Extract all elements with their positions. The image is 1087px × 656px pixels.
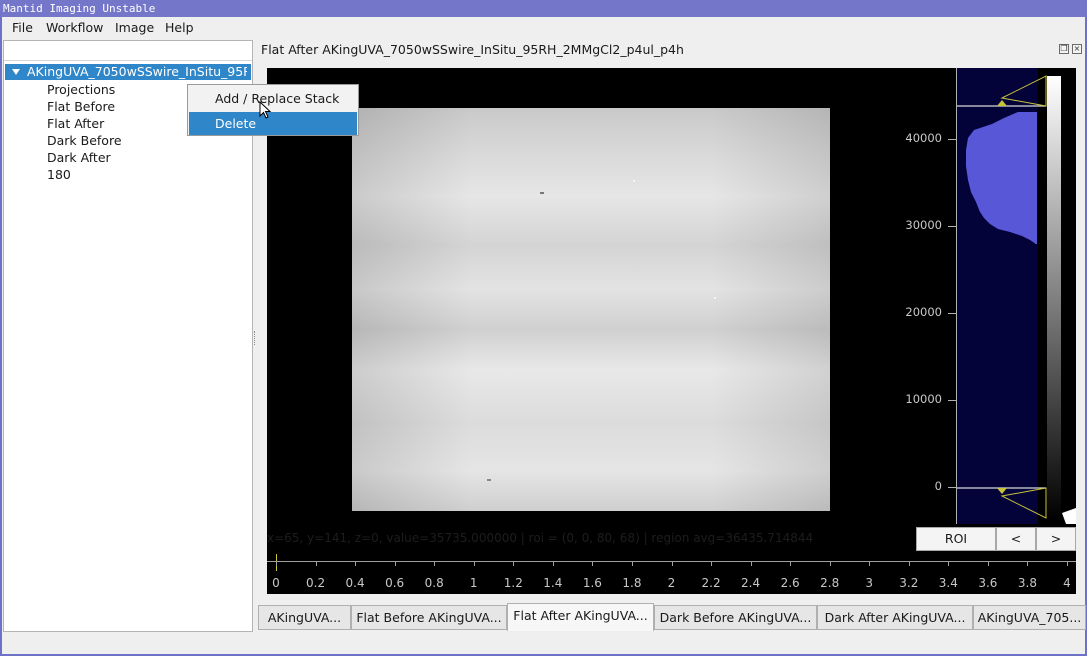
timeline-tick-label: 0.6 xyxy=(385,576,405,590)
timeline-tick-label: 0.2 xyxy=(306,576,326,590)
timeline-tick-label: 2.8 xyxy=(820,576,840,590)
timeline-tick xyxy=(552,561,554,566)
timeline-tick xyxy=(394,561,396,566)
timeline-tick-label: 2.2 xyxy=(701,576,721,590)
menu-delete[interactable]: Delete xyxy=(189,112,357,135)
timeline-tick xyxy=(869,561,871,566)
hist-tick xyxy=(948,226,956,227)
timeline-tick-label: 1.4 xyxy=(543,576,563,590)
tree-item-dataset-label: AKingUVA_7050wSSwire_InSitu_95RH xyxy=(27,64,247,79)
menu-workflow[interactable]: Workflow xyxy=(46,17,103,39)
tab-projections[interactable]: AKingUVA... xyxy=(258,605,351,630)
main-window: File Workflow Image Help AKingUVA_7050wS… xyxy=(2,17,1086,654)
timeline-tick-label: 0 xyxy=(272,576,280,590)
timeline-tick xyxy=(908,561,910,566)
prev-button[interactable]: < xyxy=(996,527,1036,551)
stack-tabs: AKingUVA... Flat Before AKingUVA... Flat… xyxy=(258,603,1086,632)
timeline-tick-label: 3.2 xyxy=(899,576,919,590)
timeline-tick xyxy=(592,561,594,566)
float-dock-icon[interactable]: ❐ xyxy=(1059,44,1069,54)
timeline-tick xyxy=(276,561,277,566)
tree-item-flat-after[interactable]: Flat After xyxy=(47,115,104,132)
image-viewer: 40000 30000 20000 10000 0 xyxy=(267,68,1076,594)
roi-button[interactable]: ROI xyxy=(916,527,996,551)
menu-image[interactable]: Image xyxy=(115,17,154,39)
timeline-tick xyxy=(750,561,752,566)
timeline-tick xyxy=(671,561,673,566)
gradient-bar[interactable] xyxy=(1047,76,1061,521)
tree-item-flat-before[interactable]: Flat Before xyxy=(47,98,115,115)
tree-item-dark-after[interactable]: Dark After xyxy=(47,149,111,166)
tab-flat-before[interactable]: Flat Before AKingUVA... xyxy=(351,605,507,630)
hist-tick-label: 10000 xyxy=(905,392,942,406)
menu-help[interactable]: Help xyxy=(165,17,194,39)
timeline-tick-label: 4 xyxy=(1063,576,1071,590)
next-button[interactable]: > xyxy=(1036,527,1076,551)
timeline-tick xyxy=(1067,561,1068,566)
timeline-tick-label: 1 xyxy=(469,576,478,590)
histogram-shape xyxy=(966,112,1036,244)
tree-item-180[interactable]: 180 xyxy=(47,166,71,183)
hist-tick xyxy=(948,400,956,401)
timeline-tick xyxy=(711,561,713,566)
timeline-tick-label: 2.6 xyxy=(780,576,800,590)
timeline-tick xyxy=(355,561,357,566)
menu-add-replace-stack[interactable]: Add / Replace Stack xyxy=(189,87,357,110)
tree-item-dark-before[interactable]: Dark Before xyxy=(47,132,122,149)
timeline-tick xyxy=(473,561,475,566)
tab-dark-after[interactable]: Dark After AKingUVA... xyxy=(817,605,973,630)
timeline-slider[interactable]: 0 0.2 0.4 0.6 0.8 1 1.2 1.4 1.6 1.8 2 2.2 2.4 2.6 2.8 3… xyxy=(267,554,1076,594)
splitter-handle[interactable] xyxy=(254,331,257,345)
tree-item-dataset[interactable]: AKingUVA_7050wSSwire_InSitu_95RH xyxy=(5,64,251,80)
timeline-tick xyxy=(315,561,317,566)
hist-tick xyxy=(948,487,956,488)
timeline-tick-label: 1.6 xyxy=(582,576,602,590)
hist-tick xyxy=(948,313,956,314)
timeline-tick-label: 2 xyxy=(667,576,676,590)
dock-title: Flat After AKingUVA_7050wSSwire_InSitu_9… xyxy=(261,42,684,57)
tree-header xyxy=(4,41,252,61)
timeline-tick-label: 3 xyxy=(865,576,874,590)
menubar: File Workflow Image Help xyxy=(2,17,1085,39)
timeline-tick xyxy=(790,561,792,566)
tab-180[interactable]: AKingUVA_705... xyxy=(973,605,1086,630)
tree-item-projections[interactable]: Projections xyxy=(47,81,115,98)
timeline-tick xyxy=(987,561,989,566)
menu-file[interactable]: File xyxy=(12,17,33,39)
hist-tick xyxy=(948,139,956,140)
hist-tick-label: 40000 xyxy=(905,131,942,145)
timeline-tick-label: 0.4 xyxy=(345,576,365,590)
status-bar xyxy=(2,634,1085,654)
timeline-tick xyxy=(434,561,436,566)
window-title: Mantid Imaging Unstable xyxy=(0,0,1087,17)
timeline-tick-label: 3.4 xyxy=(938,576,958,590)
image-display[interactable] xyxy=(352,108,830,511)
tab-flat-after[interactable]: Flat After AKingUVA... xyxy=(507,603,654,631)
mouse-cursor-icon xyxy=(259,101,272,119)
hist-tick-label: 20000 xyxy=(905,305,942,319)
histogram-panel[interactable]: 40000 30000 20000 10000 0 xyxy=(905,68,1076,524)
hist-tick-label: 30000 xyxy=(905,218,942,232)
timeline-tick xyxy=(513,561,515,566)
timeline-tick xyxy=(948,561,950,566)
pixel-status: x=65, y=141, z=0, value=35735.000000 | r… xyxy=(267,531,814,545)
timeline-tick xyxy=(829,561,831,566)
context-menu: Add / Replace Stack Delete xyxy=(187,84,359,136)
histogram-axis xyxy=(956,68,957,524)
timeline-tick-label: 1.2 xyxy=(503,576,523,590)
expand-arrow-icon[interactable] xyxy=(12,69,20,75)
timeline-tick xyxy=(1027,561,1029,566)
timeline-tick-label: 3.8 xyxy=(1017,576,1037,590)
timeline-tick-label: 3.6 xyxy=(978,576,998,590)
tab-dark-before[interactable]: Dark Before AKingUVA... xyxy=(654,605,817,630)
timeline-tick-label: 0.8 xyxy=(424,576,444,590)
close-dock-icon[interactable]: × xyxy=(1072,44,1082,54)
timeline-tick-label: 2.4 xyxy=(741,576,761,590)
hist-tick-label: 0 xyxy=(934,479,942,493)
timeline-tick xyxy=(631,561,633,566)
timeline-tick-label: 1.8 xyxy=(622,576,642,590)
